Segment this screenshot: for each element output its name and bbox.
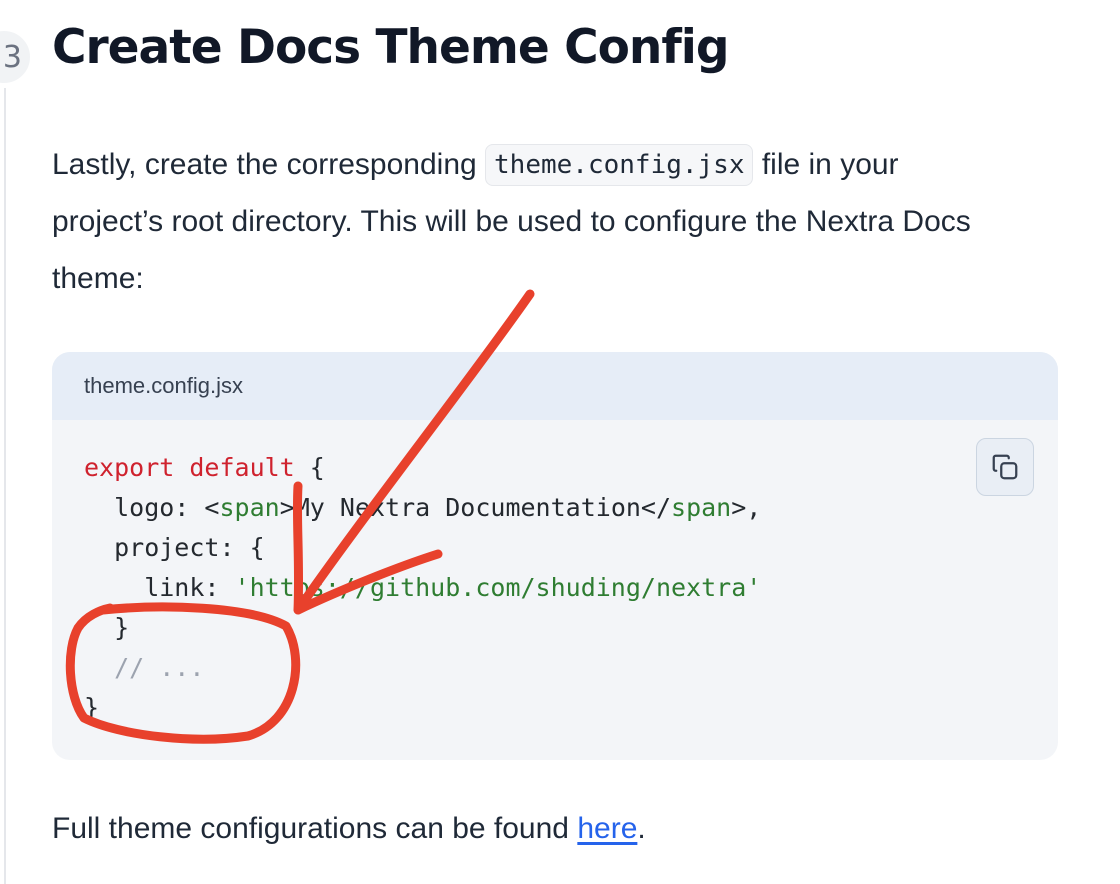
copy-code-button[interactable] xyxy=(976,438,1034,496)
code-block-filename: theme.config.jsx xyxy=(52,352,1058,420)
section-heading: Create Docs Theme Config xyxy=(52,20,730,75)
code-line-7: } xyxy=(84,693,100,722)
code-block: theme.config.jsx export default { logo: … xyxy=(52,352,1058,760)
code-content: export default { logo: <span>My Nextra D… xyxy=(84,448,761,728)
code-line-1: export default { xyxy=(84,453,325,482)
steps-timeline-line xyxy=(4,88,6,884)
copy-icon xyxy=(992,454,1018,480)
step-number-badge: 3 xyxy=(0,27,34,87)
code-line-5: } xyxy=(84,613,130,642)
code-string: 'https://github.com/shuding/nextra' xyxy=(234,573,762,602)
intro-paragraph: Lastly, create the corresponding theme.c… xyxy=(52,136,1012,307)
step-number: 3 xyxy=(2,39,22,75)
code-comment: // ... xyxy=(84,653,205,682)
code-line-4: link: 'https://github.com/shuding/nextra… xyxy=(84,573,762,602)
code-line-3: project: { xyxy=(84,533,265,562)
intro-text-before: Lastly, create the corresponding xyxy=(52,148,486,181)
code-keyword: export default xyxy=(84,453,295,482)
inline-code-filename: theme.config.jsx xyxy=(485,144,754,186)
code-line-2: logo: <span>My Nextra Documentation</spa… xyxy=(84,493,762,522)
here-link[interactable]: here xyxy=(577,812,637,845)
footer-paragraph: Full theme configurations can be found h… xyxy=(52,812,646,845)
